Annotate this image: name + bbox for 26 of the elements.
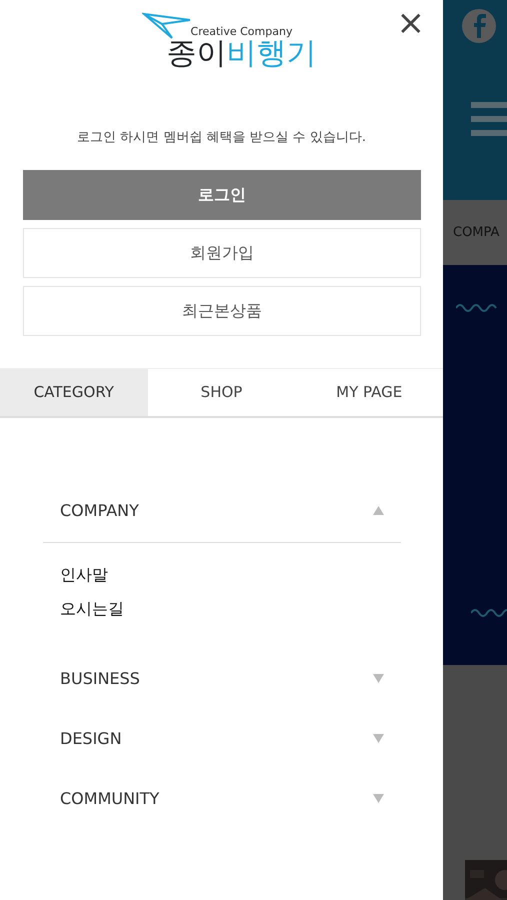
paper-plane-icon	[142, 12, 192, 40]
menu-label: COMPANY	[60, 500, 139, 522]
menu-item[interactable]: COMMUNITY	[43, 768, 401, 828]
expand-arrow-icon[interactable]	[373, 734, 384, 743]
wave-icon	[456, 302, 498, 314]
wave-icon	[471, 606, 507, 619]
menu-item[interactable]: DESIGN	[43, 708, 401, 768]
menu-label: BUSINESS	[60, 668, 140, 690]
expand-arrow-icon[interactable]	[373, 794, 384, 803]
menu-item[interactable]: BUSINESS	[43, 648, 401, 708]
menu-icon[interactable]	[471, 102, 507, 136]
close-button[interactable]: ×	[392, 6, 429, 40]
expand-arrow-icon[interactable]	[373, 674, 384, 683]
submenu-item[interactable]: 오시는길	[60, 596, 124, 620]
login-notice: 로그인 하시면 멤버쉽 혜택을 받으실 수 있습니다.	[76, 129, 367, 147]
menu-button[interactable]: 회원가입	[23, 228, 421, 278]
logo-tagline: Creative Company	[190, 26, 292, 37]
submenu-item[interactable]: 인사말	[60, 562, 108, 586]
login-button[interactable]: 로그인	[23, 170, 421, 220]
menu-label: COMMUNITY	[60, 788, 160, 810]
tab[interactable]: CATEGORY	[0, 368, 148, 416]
facebook-icon[interactable]	[461, 8, 497, 44]
logo-wordmark: 종이 비행기	[166, 37, 316, 70]
collapse-arrow-icon[interactable]	[373, 506, 384, 515]
menu-button[interactable]: 최근본상품	[23, 286, 421, 336]
menu-label: DESIGN	[60, 728, 122, 750]
